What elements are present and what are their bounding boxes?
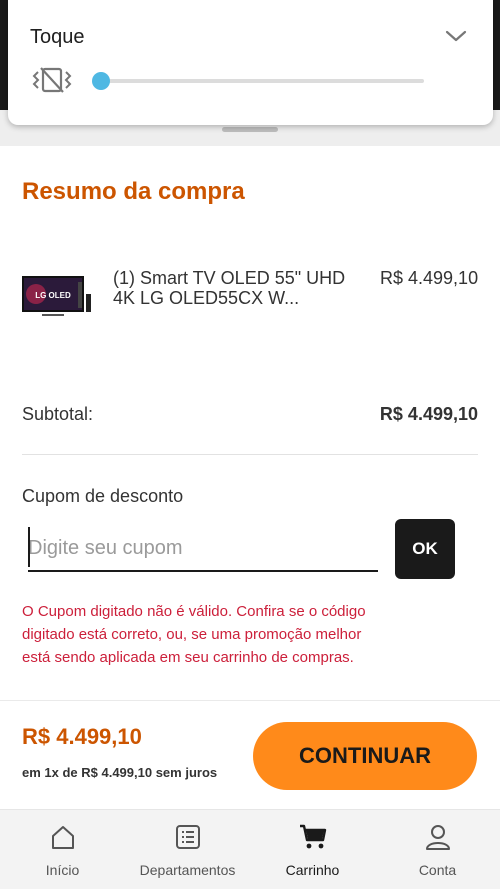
divider	[22, 454, 478, 455]
nav-item-cart[interactable]: Carrinho	[250, 810, 375, 889]
nav-label-departments: Departamentos	[139, 862, 236, 878]
volume-slider-thumb[interactable]	[92, 72, 110, 90]
nav-label-cart: Carrinho	[285, 862, 340, 878]
nav-item-account[interactable]: Conta	[375, 810, 500, 889]
coupon-error-message: O Cupom digitado não é válido. Confira s…	[22, 603, 366, 666]
coupon-label: Cupom de desconto	[22, 486, 184, 506]
nav-item-departments[interactable]: Departamentos	[125, 810, 250, 889]
continue-button[interactable]: CONTINUAR	[253, 722, 477, 790]
apply-coupon-button[interactable]: OK	[395, 519, 455, 579]
product-name[interactable]: (1) Smart TV OLED 55" UHD 4K LG OLED55CX…	[113, 268, 363, 308]
product-thumb-label: LG OLED	[35, 291, 71, 300]
volume-slider-track[interactable]	[100, 79, 424, 83]
volume-panel-title: Toque	[30, 26, 85, 48]
nav-label-account: Conta	[418, 862, 457, 878]
bottom-nav: Início Departamentos Carrinho Conta	[0, 809, 500, 889]
volume-panel: Toque	[8, 0, 493, 125]
home-icon	[48, 822, 78, 852]
footer-divider	[0, 700, 500, 701]
nav-item-home[interactable]: Início	[0, 810, 125, 889]
product-thumbnail[interactable]: LG OLED	[22, 276, 92, 320]
coupon-input[interactable]	[28, 526, 378, 572]
nav-label-home: Início	[45, 862, 80, 878]
page-title: Resumo da compra	[22, 178, 245, 205]
text-cursor	[28, 527, 30, 567]
drag-handle[interactable]	[222, 127, 278, 132]
cart-icon	[298, 822, 328, 852]
user-icon	[423, 822, 453, 852]
installments-text: em 1x de R$ 4.499,10 sem juros	[22, 765, 218, 780]
chevron-down-icon[interactable]	[444, 26, 468, 46]
total-price: R$ 4.499,10	[22, 724, 142, 749]
subtotal-label: Subtotal:	[22, 404, 94, 424]
list-icon	[173, 822, 203, 852]
vibrate-mute-icon[interactable]	[32, 66, 72, 94]
subtotal-value: R$ 4.499,10	[379, 404, 478, 424]
product-price: R$ 4.499,10	[380, 268, 479, 288]
